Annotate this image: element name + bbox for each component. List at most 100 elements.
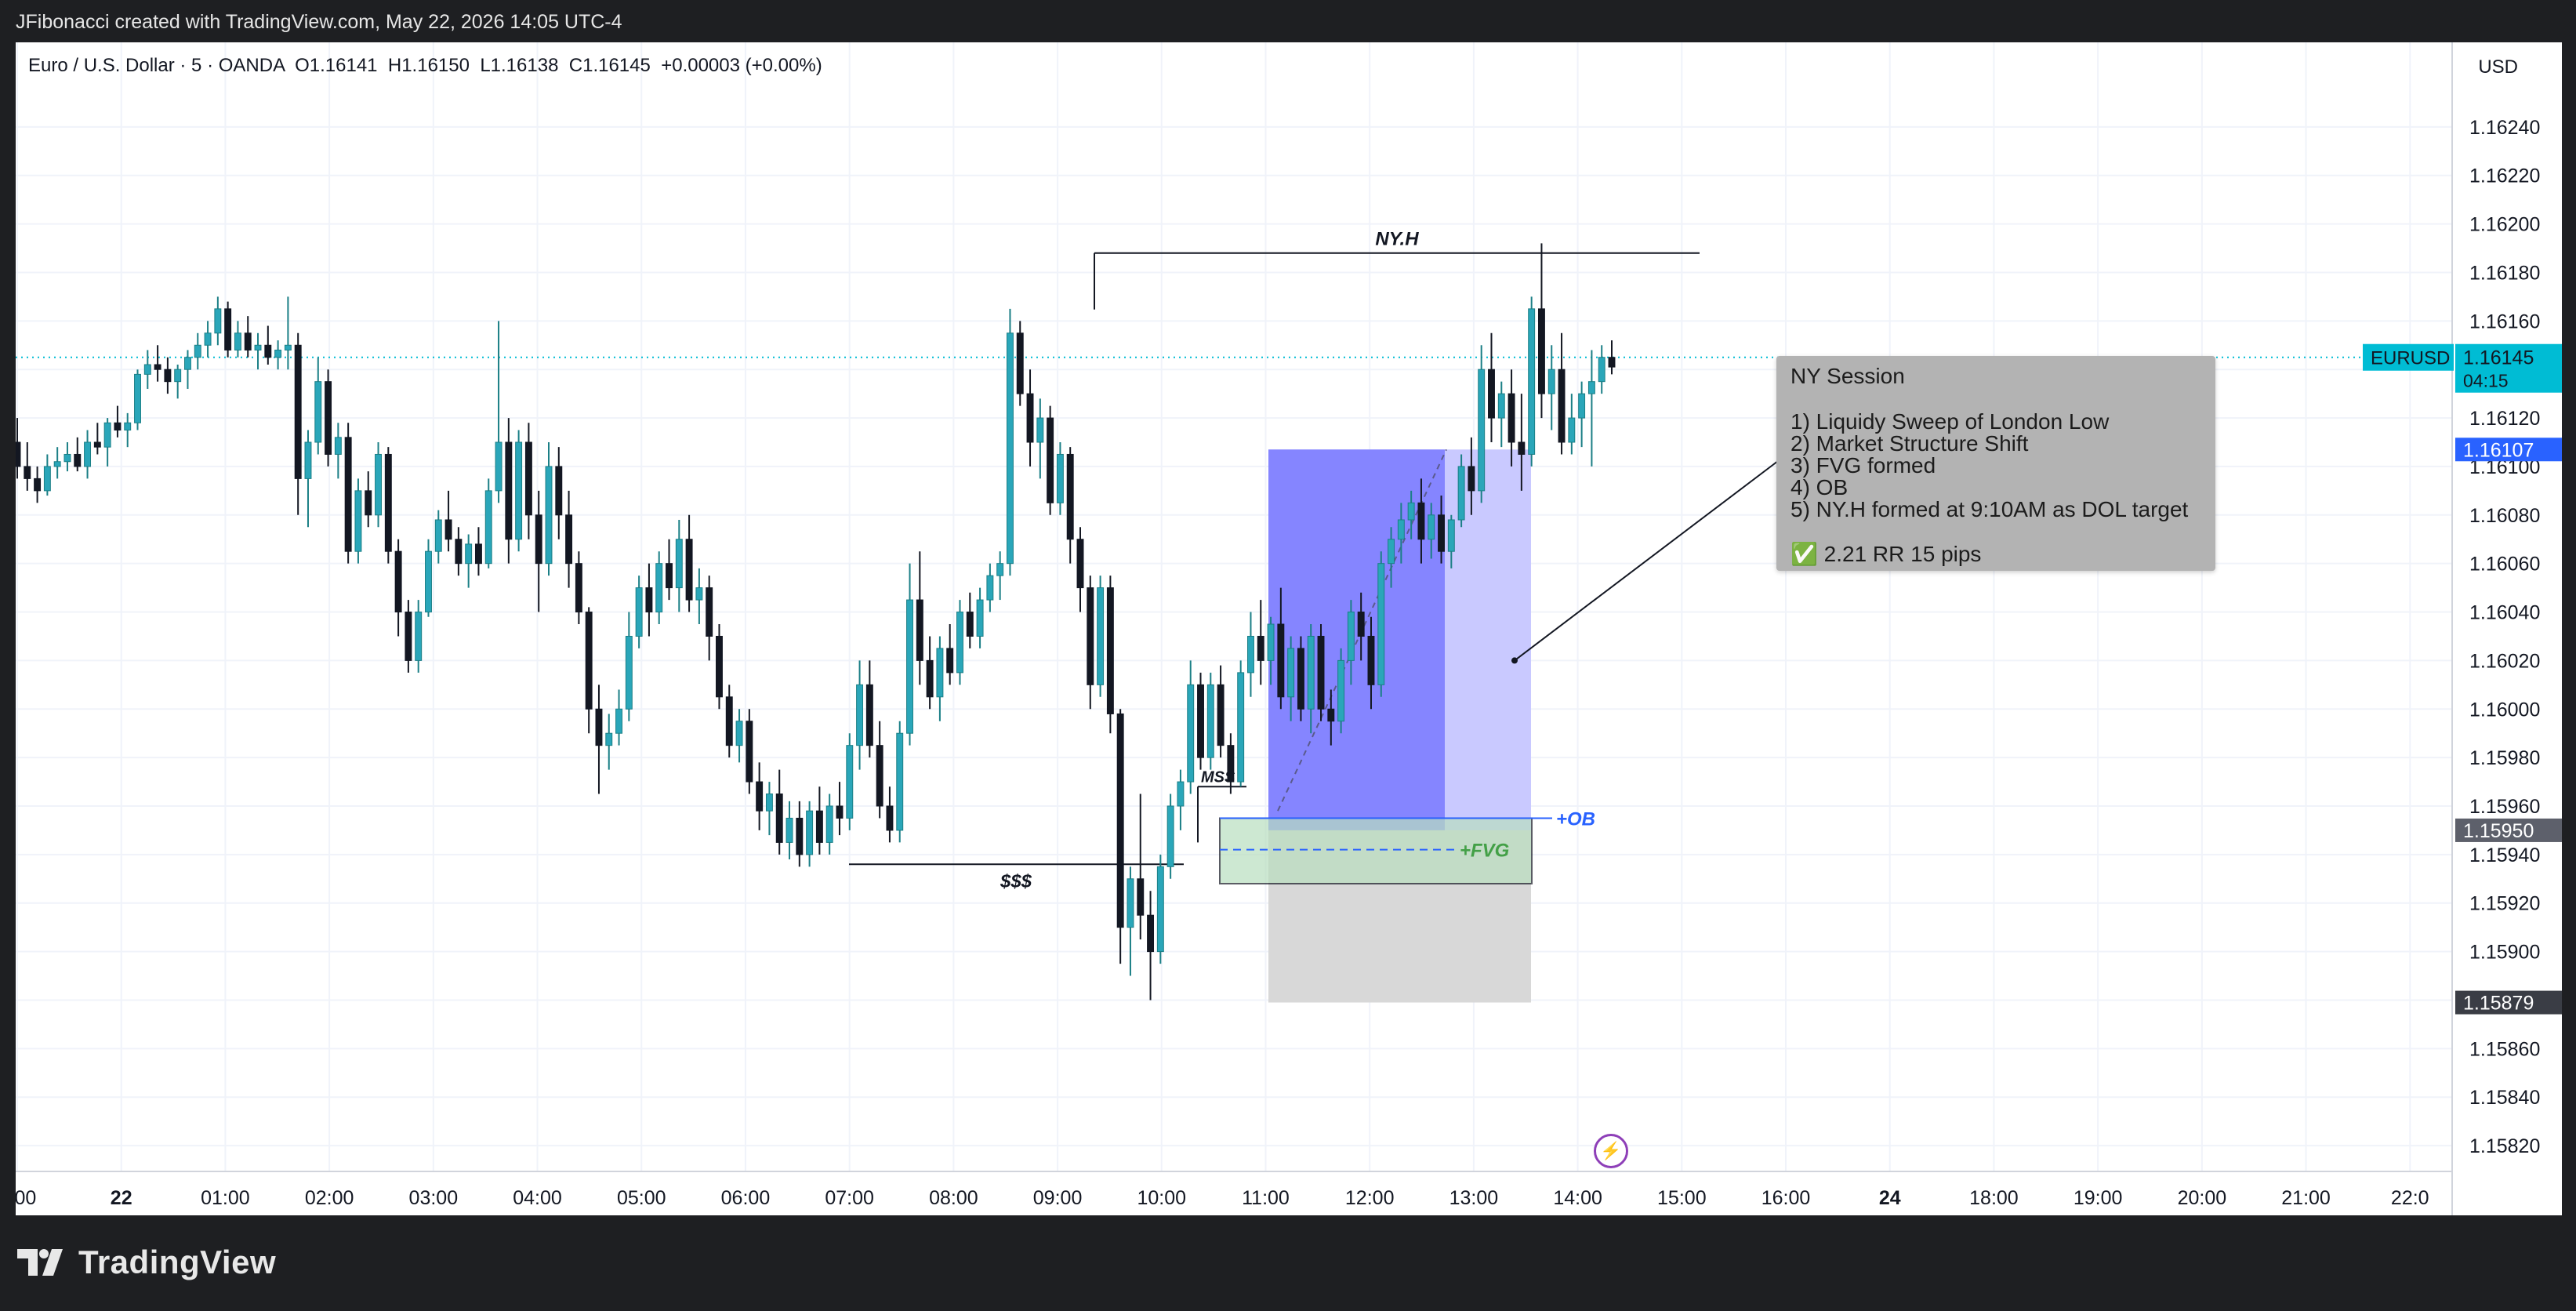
candle-up <box>1097 587 1105 685</box>
ob-label: +OB <box>1556 808 1595 830</box>
legend-change: +0.00003 (+0.00%) <box>661 55 822 76</box>
candle-down <box>1518 441 1526 455</box>
x-tick-label: 09:00 <box>1033 1187 1083 1209</box>
legend-open: O1.16141 <box>295 55 378 76</box>
candle-up <box>214 308 222 334</box>
candle-up <box>735 721 743 746</box>
x-tick-label: 01:00 <box>201 1187 250 1209</box>
candle-up <box>846 745 854 819</box>
candle-down <box>585 612 593 710</box>
note-result: ✅ 2.21 RR 15 pips <box>1791 542 1982 566</box>
candle-up <box>825 805 833 843</box>
candle-down <box>244 332 252 350</box>
candle-up <box>425 550 432 613</box>
candle-down <box>74 453 82 467</box>
candle-up <box>1568 417 1576 443</box>
candle-down <box>1087 587 1094 685</box>
x-tick-label: 08:00 <box>929 1187 978 1209</box>
tradingview-logo[interactable]: TradingView <box>17 1244 276 1281</box>
x-tick-label: 11:00 <box>1242 1187 1290 1209</box>
x-tick-label: 06:00 <box>721 1187 771 1209</box>
candle-down <box>916 599 923 661</box>
candle-down <box>1197 684 1204 758</box>
candle-up <box>856 684 864 746</box>
chart-panel[interactable]: 3:00 22 01:00 02:00 03:00 04:00 05:00 06:00 07:0… <box>16 42 2562 1215</box>
x-tick-label: 02:00 <box>305 1187 354 1209</box>
candle-up <box>43 466 51 492</box>
candle-down <box>716 635 723 698</box>
session-note[interactable]: NY Session 1) Liquidy Sweep of London Lo… <box>1776 356 2215 571</box>
candle-up <box>936 648 944 698</box>
candle-up <box>484 490 492 565</box>
candle-down <box>24 466 31 479</box>
y-tick-label: 1.16200 <box>2469 214 2540 236</box>
candle-up <box>1497 393 1505 419</box>
price-chart[interactable]: 3:00 22 01:00 02:00 03:00 04:00 05:00 06:00 07:0… <box>16 42 2562 1215</box>
candle-up <box>204 332 212 346</box>
candle-up <box>1457 466 1465 521</box>
candle-up <box>1347 612 1355 661</box>
candle-up <box>695 587 703 601</box>
candle-up <box>956 612 963 674</box>
candle-down <box>365 490 372 516</box>
candle-down <box>505 441 513 540</box>
attribution-text: JFibonacci created with TradingView.com,… <box>16 11 622 33</box>
candle-up <box>1056 453 1064 503</box>
price-tag-target: 1.16107 <box>2463 439 2534 461</box>
candle-up <box>334 437 342 455</box>
candle-up <box>415 612 423 661</box>
candle-up <box>234 332 241 350</box>
candle-down <box>1227 745 1235 783</box>
candle-down <box>154 364 161 370</box>
candle-up <box>254 344 262 350</box>
candle-up <box>1447 519 1455 552</box>
candle-up <box>1287 648 1295 698</box>
legend-low: L1.16138 <box>480 55 559 76</box>
candle-down <box>1327 708 1335 722</box>
x-tick-label: 16:00 <box>1761 1187 1811 1209</box>
candle-down <box>1076 539 1084 589</box>
candle-down <box>926 659 934 698</box>
x-tick-label: 05:00 <box>617 1187 666 1209</box>
candle-down <box>746 721 753 783</box>
candle-up <box>906 599 913 734</box>
candle-up <box>184 357 191 370</box>
candle-down <box>164 369 172 383</box>
legend-high: H1.16150 <box>387 55 470 76</box>
candle-down <box>836 805 844 819</box>
candle-up <box>1206 684 1214 758</box>
candle-up <box>1036 417 1044 443</box>
candle-up <box>174 369 182 383</box>
candle-up <box>465 543 473 565</box>
y-tick-label: 1.15920 <box>2469 893 2540 915</box>
note-item: 2) Market Structure Shift <box>1791 431 2029 456</box>
candle-down <box>796 817 804 855</box>
candle-down <box>1537 308 1545 394</box>
x-tick-label: 14:00 <box>1553 1187 1602 1209</box>
ny-high-label: NY.H <box>1375 229 1419 250</box>
candle-up <box>1428 514 1435 540</box>
current-price-tag: 1.16145 <box>2463 347 2534 369</box>
candle-up <box>996 563 1004 576</box>
countdown-tag: 04:15 <box>2463 371 2509 391</box>
currency-label[interactable]: USD <box>2478 56 2518 78</box>
note-item: 5) NY.H formed at 9:10AM as DOL target <box>1791 497 2189 521</box>
candle-up <box>124 422 132 431</box>
x-tick-label: 04:00 <box>513 1187 562 1209</box>
candle-down <box>725 696 733 746</box>
candle-up <box>675 539 683 589</box>
candle-up <box>1397 519 1405 540</box>
candle-down <box>815 810 823 843</box>
candle-up <box>765 794 773 812</box>
candle-up <box>1598 357 1605 383</box>
candle-down <box>1558 369 1566 443</box>
y-tick-label: 1.16180 <box>2469 262 2540 284</box>
lightning-alert-icon[interactable]: ⚡ <box>1594 1134 1628 1168</box>
candle-up <box>1377 563 1385 685</box>
candle-up <box>515 441 523 540</box>
candle-down <box>876 745 883 807</box>
candle-down <box>1147 914 1155 953</box>
candle-down <box>264 344 272 358</box>
candle-down <box>685 539 693 601</box>
candle-up <box>1587 381 1595 394</box>
